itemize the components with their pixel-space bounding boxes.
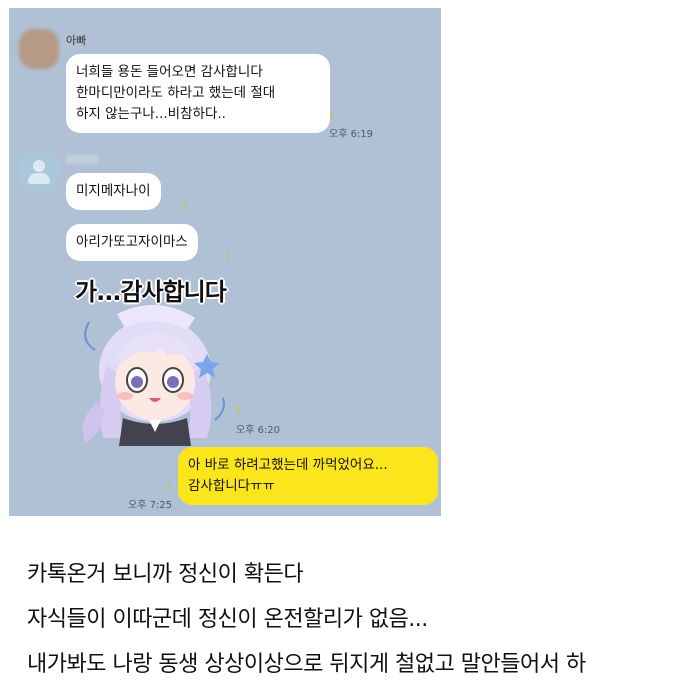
sibling-read-count: 1 [226,252,232,261]
sibling-read-count: 1 [183,202,189,211]
default-profile-icon [33,160,45,172]
my-message-time: 오후 7:25 [128,500,173,511]
sticker-read-count: 1 [236,406,242,415]
dad-message-bubble[interactable]: 너희들 용돈 들어오면 감사합니다 한마디만이라도 하라고 했는데 절대 하지 … [66,54,330,133]
caption-line: 자식들이 이따군데 정신이 온전할리가 없음... [27,607,428,632]
anime-girl-sticker[interactable]: 가...감사합니다 [67,270,237,446]
my-read-count: 1 [167,482,173,491]
dad-avatar[interactable] [19,29,59,69]
sibling-sender-name [66,155,98,164]
sibling-avatar[interactable] [19,151,59,191]
caption-line: 카톡온거 보니까 정신이 확든다 [27,562,304,587]
dad-read-count: 1 [329,112,335,121]
sibling-message-bubble[interactable]: 아리가또고자이마스 [66,224,198,261]
chat-screenshot: 아빠 너희들 용돈 들어오면 감사합니다 한마디만이라도 하라고 했는데 절대 … [9,8,441,516]
dad-sender-name: 아빠 [66,34,87,47]
dad-message-time: 오후 6:19 [329,129,374,140]
my-message-bubble[interactable]: 아 바로 하려고했는데 까먹었어요... 감사합니다ㅠㅠ [178,447,438,505]
sticker-time: 오후 6:20 [236,425,281,436]
sibling-message-bubble[interactable]: 미지메자나이 [66,173,161,210]
caption-line: 내가봐도 나랑 동생 상상이상으로 뒤지게 철없고 말안들어서 하 [27,652,586,677]
sticker-title: 가...감사합니다 [75,278,227,306]
